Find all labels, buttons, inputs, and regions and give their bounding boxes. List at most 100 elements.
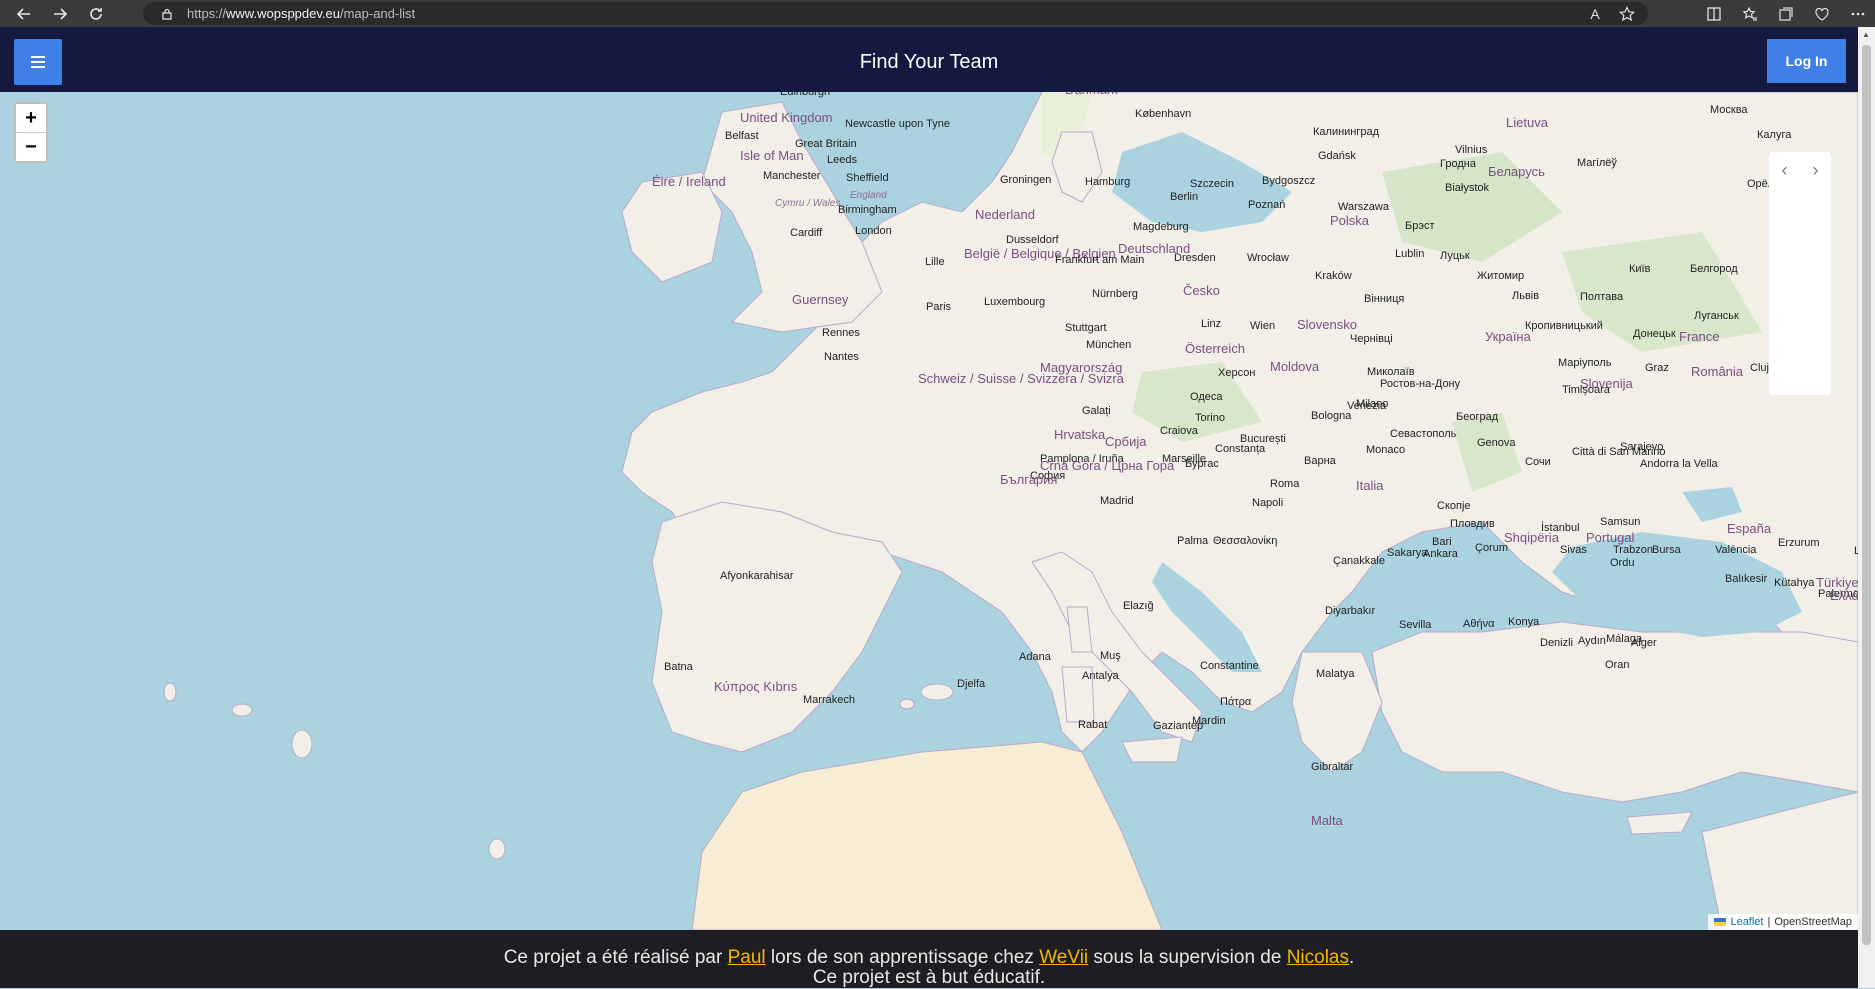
map-place-label: Slovensko bbox=[1297, 317, 1357, 332]
scroll-up-arrow-icon[interactable]: ▲ bbox=[1862, 30, 1870, 39]
more-options-icon[interactable] bbox=[1849, 5, 1867, 23]
map-place-label: València bbox=[1715, 544, 1757, 556]
map-place-label: България bbox=[1000, 472, 1058, 487]
map-attribution: Leaflet | OpenStreetMap bbox=[1708, 914, 1858, 930]
scroll-thumb[interactable] bbox=[1862, 45, 1871, 945]
map-place-label: Cymru / Wales bbox=[775, 198, 841, 209]
ukraine-flag-icon bbox=[1714, 918, 1727, 926]
map-place-label: Malatya bbox=[1316, 668, 1355, 680]
map-place-label: Варна bbox=[1304, 455, 1336, 467]
zoom-out-button[interactable]: − bbox=[16, 132, 46, 161]
map-place-label: Беларусь bbox=[1488, 164, 1545, 179]
nicolas-link[interactable]: Nicolas bbox=[1287, 947, 1349, 968]
map-place-label: England bbox=[850, 190, 887, 201]
chevron-right-icon[interactable]: › bbox=[1813, 160, 1819, 181]
collections-icon[interactable] bbox=[1777, 5, 1795, 23]
map-tiles[interactable] bbox=[2, 92, 1858, 930]
map-place-label: Great Britain bbox=[795, 138, 857, 150]
map-place-label: Berlin bbox=[1170, 191, 1199, 203]
map-place-label: Sivas bbox=[1560, 544, 1587, 556]
map-place-label: Napoli bbox=[1252, 497, 1284, 509]
zoom-in-button[interactable]: + bbox=[16, 104, 46, 132]
map-place-label: Львів bbox=[1512, 290, 1540, 302]
browser-essentials-icon[interactable] bbox=[1813, 5, 1831, 23]
map-place-label: Frankfurt am Main bbox=[1055, 254, 1145, 266]
read-aloud-icon[interactable]: A bbox=[1586, 5, 1604, 23]
map-place-label: Белгород bbox=[1690, 263, 1738, 275]
openstreetmap-link[interactable]: OpenStreetMap bbox=[1774, 916, 1852, 928]
zoom-control: + − bbox=[14, 102, 48, 163]
map-place-label: Θεσσαλονίκη bbox=[1213, 535, 1278, 547]
map-place-label: Ordu bbox=[1610, 557, 1635, 569]
favorite-star-icon[interactable] bbox=[1618, 5, 1636, 23]
map-place-label: Κύπρος Kıbrıs bbox=[714, 679, 798, 694]
read-aloud-label: A bbox=[1590, 6, 1600, 22]
map-place-label: Dusseldorf bbox=[1006, 234, 1059, 246]
wevii-link[interactable]: WeVii bbox=[1039, 947, 1088, 968]
address-bar[interactable]: https://www.wopsppdev.eu/map-and-list A bbox=[143, 2, 1648, 25]
map-place-label: Вінниця bbox=[1364, 293, 1405, 305]
map-place-label: Бургас bbox=[1185, 458, 1219, 470]
chevron-left-icon[interactable]: ‹ bbox=[1782, 160, 1788, 181]
map-place-label: Elazığ bbox=[1123, 600, 1154, 612]
map-place-label: Nürnberg bbox=[1092, 288, 1138, 300]
map-place-label: Warszawa bbox=[1338, 201, 1389, 213]
map-place-label: Ростов-на-Дону bbox=[1380, 378, 1461, 390]
map-place-label: Denizli bbox=[1540, 637, 1574, 649]
map-place-label: Linz bbox=[1201, 318, 1222, 330]
map-place-label: Białystok bbox=[1445, 182, 1490, 194]
map-place-label: Rennes bbox=[822, 327, 860, 339]
map-place-label: Lille bbox=[925, 256, 945, 268]
map-place-label: Marrakech bbox=[803, 694, 855, 706]
map-place-label: Hrvatska bbox=[1054, 427, 1106, 442]
map-place-label: Malta bbox=[1311, 813, 1343, 828]
map-place-label: Alger bbox=[1631, 637, 1657, 649]
map-place-label: Wien bbox=[1250, 320, 1276, 332]
back-icon[interactable] bbox=[6, 0, 42, 27]
map-place-label: Moldova bbox=[1270, 359, 1320, 374]
map-place-label: Lietuva bbox=[1506, 115, 1548, 130]
map-place-label: København bbox=[1135, 108, 1192, 120]
login-button[interactable]: Log In bbox=[1767, 39, 1846, 83]
map-place-label: Lublin bbox=[1395, 248, 1425, 260]
map-place-label: Città di San Marino bbox=[1572, 446, 1666, 458]
forward-icon[interactable] bbox=[42, 0, 78, 27]
map-place-label: Dresden bbox=[1174, 252, 1216, 264]
browser-toolbar: https://www.wopsppdev.eu/map-and-list A bbox=[0, 0, 1875, 27]
map-place-label: Craiova bbox=[1160, 425, 1198, 437]
map-place-label: Магілёў bbox=[1577, 157, 1617, 169]
map-place-label: Vilnius bbox=[1455, 144, 1488, 156]
paul-link[interactable]: Paul bbox=[728, 947, 766, 968]
page-scrollbar[interactable]: ▲ bbox=[1858, 27, 1875, 988]
map-place-label: Полтава bbox=[1580, 291, 1624, 303]
map-place-label: Luxembourg bbox=[984, 296, 1046, 308]
split-screen-icon[interactable] bbox=[1705, 5, 1723, 23]
team-list-panel: ‹ › bbox=[1769, 152, 1831, 395]
map[interactable]: Edinburgh United Kingdom Newcastle upon Ty… bbox=[2, 92, 1858, 930]
map-place-label: Wrocław bbox=[1247, 252, 1289, 264]
url-prefix: https:// bbox=[187, 6, 227, 21]
map-place-label: Bydgoszcz bbox=[1262, 175, 1316, 187]
footer-text-3: sous la supervision de bbox=[1093, 947, 1282, 968]
refresh-icon[interactable] bbox=[78, 0, 114, 27]
map-place-label: United Kingdom bbox=[740, 110, 833, 125]
map-place-label: Balıkesir bbox=[1725, 573, 1768, 585]
map-place-label: Пловдив bbox=[1450, 518, 1495, 530]
map-place-label: Москва bbox=[1710, 104, 1748, 116]
map-place-label: Sheffield bbox=[846, 172, 889, 184]
map-place-label: Djelfa bbox=[957, 678, 986, 690]
map-place-label: Newcastle upon Tyne bbox=[845, 118, 950, 130]
map-place-label: Poznań bbox=[1248, 199, 1286, 211]
favorites-icon[interactable] bbox=[1741, 5, 1759, 23]
map-place-label: Portugal bbox=[1586, 530, 1635, 545]
map-place-label: Bologna bbox=[1311, 410, 1352, 422]
footer-text-2: lors de son apprentissage chez bbox=[770, 947, 1034, 968]
map-place-label: Београд bbox=[1456, 411, 1499, 423]
map-place-label: Oran bbox=[1605, 659, 1630, 671]
map-place-label: Gibraltar bbox=[1311, 761, 1354, 773]
map-place-label: Nederland bbox=[975, 207, 1035, 222]
footer: Ce projet a été réalisé par Paul lors de… bbox=[0, 930, 1858, 988]
leaflet-link[interactable]: Leaflet bbox=[1730, 916, 1763, 928]
map-place-label: Leeds bbox=[827, 154, 857, 166]
map-place-label: Paris bbox=[926, 301, 952, 313]
